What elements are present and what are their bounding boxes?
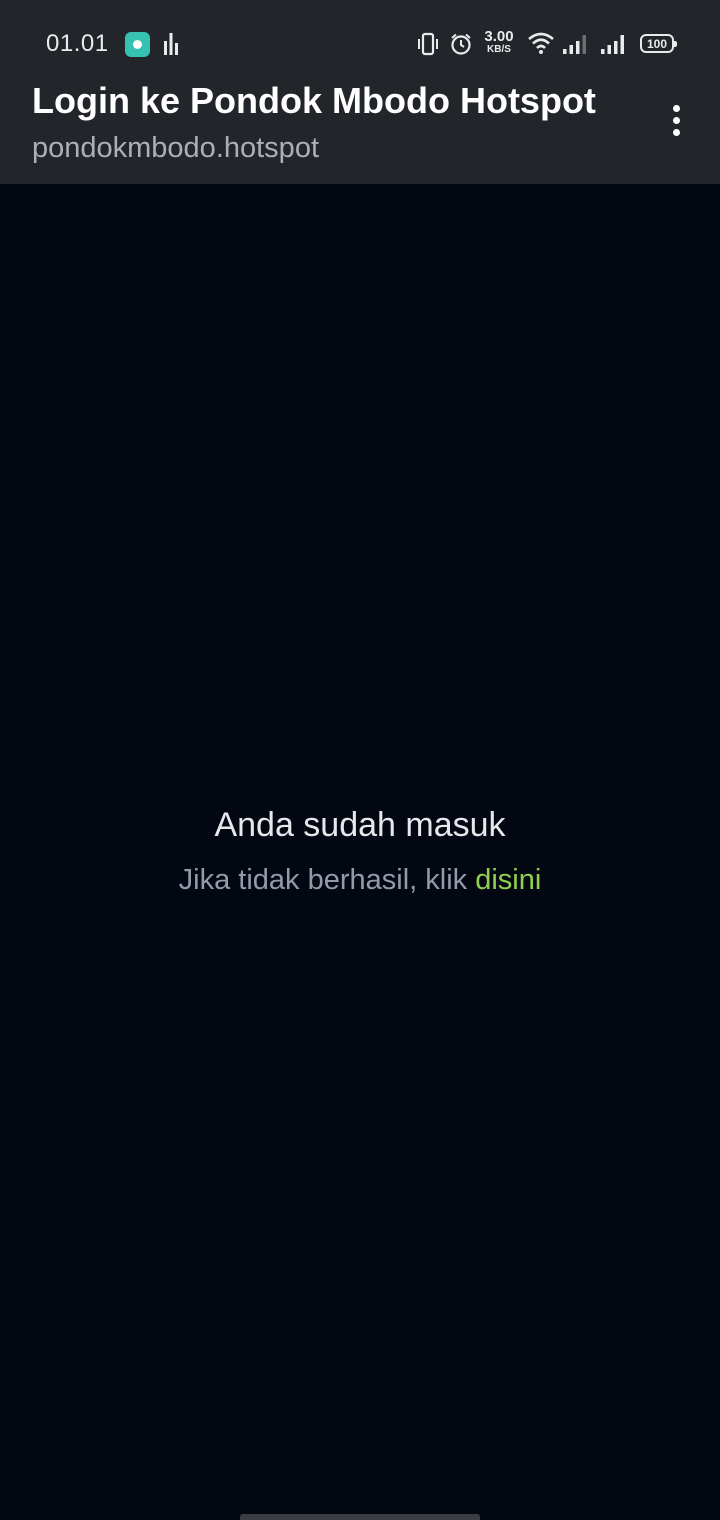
equalizer-icon bbox=[164, 33, 178, 55]
signal-icon bbox=[563, 35, 586, 54]
page-title: Login ke Pondok Mbodo Hotspot bbox=[32, 80, 596, 121]
browser-top-bar: 01.01 3.00 KB/S 100 Login ke Pondok Mbod… bbox=[0, 0, 720, 184]
alarm-icon bbox=[451, 33, 471, 55]
wifi-icon bbox=[528, 32, 554, 54]
signal-icon bbox=[601, 35, 624, 54]
menu-dot bbox=[672, 128, 680, 136]
menu-dot bbox=[672, 116, 680, 124]
menu-dot bbox=[672, 104, 680, 112]
network-speed: 3.00 KB/S bbox=[480, 29, 518, 55]
more-vert-icon[interactable] bbox=[656, 96, 696, 144]
status-time: 01.01 bbox=[46, 30, 109, 57]
vibrate-icon bbox=[418, 32, 438, 56]
retry-link[interactable]: disini bbox=[475, 864, 541, 896]
page-url: pondokmbodo.hotspot bbox=[32, 132, 319, 164]
network-speed-unit: KB/S bbox=[487, 44, 511, 55]
home-indicator[interactable] bbox=[240, 1514, 480, 1520]
network-speed-value: 3.00 bbox=[484, 28, 514, 45]
battery-icon: 100 bbox=[640, 34, 677, 53]
login-retry-text: Jika tidak berhasil, klik bbox=[178, 864, 476, 896]
app-notification-icon bbox=[125, 32, 150, 57]
login-retry-line: Jika tidak berhasil, klik disini bbox=[0, 864, 720, 897]
status-bar: 01.01 3.00 KB/S 100 bbox=[0, 0, 720, 88]
login-status-title: Anda sudah masuk bbox=[214, 806, 506, 844]
page-content: Anda sudah masuk Jika tidak berhasil, kl… bbox=[0, 184, 720, 1520]
